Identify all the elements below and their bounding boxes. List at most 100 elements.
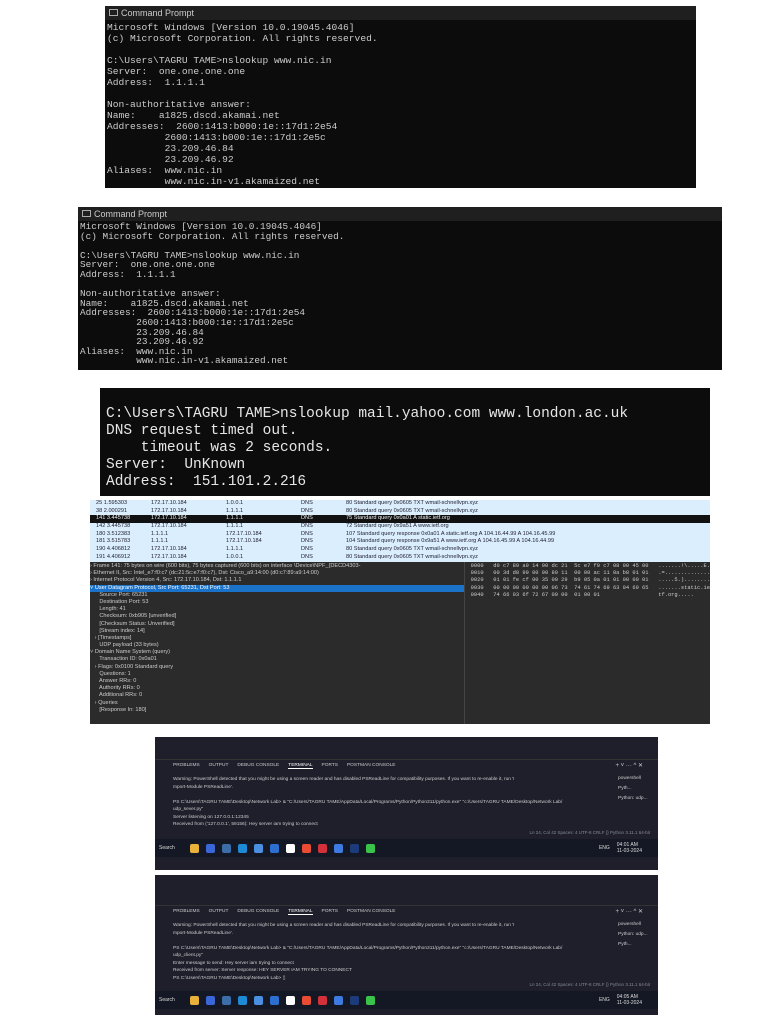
taskbar-app-icon[interactable] [270,995,279,1005]
taskbar: Search ENG 04:01 AM 11-03-2024 [155,839,658,857]
panel-controls-icon[interactable]: + ˅ ··· ^ ✕ [615,760,643,772]
hex-line: 0030 00 00 00 00 00 00 06 73 74 61 74 69… [470,584,710,591]
detail-line[interactable]: Length: 41 [90,606,464,613]
packet-cell: 172.17.10.184 [226,530,262,537]
detail-line[interactable]: Destination Port: 53 [90,599,464,606]
tab-debug-console[interactable]: DEBUG CONSOLE [237,909,279,914]
taskbar-app-icon[interactable] [350,843,359,853]
detail-line[interactable]: Answer RRs: 0 [90,678,464,685]
taskbar-app-icon[interactable] [206,843,215,853]
taskbar-search[interactable]: Search [159,845,183,851]
tab-problems[interactable]: PROBLEMS [173,763,200,768]
detail-line[interactable]: [Response In: 180] [90,707,464,714]
terminal-instance[interactable]: Python: udp... [618,932,658,942]
taskbar-app-icon[interactable] [254,995,263,1005]
clock[interactable]: 04:01 AM 11-03-2024 [617,842,642,854]
detail-line[interactable]: ˅ Domain Name System (query) [90,649,464,656]
packet-bytes[interactable]: 0000 d0 c7 89 a9 14 00 dc 21 5c e7 f0 c7… [465,562,710,724]
detail-line[interactable]: › [Timestamps] [90,635,464,642]
terminal-instance[interactable]: Pyth... [618,942,658,952]
packet-row[interactable]: 38 2.000291 172.17.10.184 1.1.1.1 DNS 80 Sta… [90,507,710,516]
taskbar-app-icon[interactable] [254,843,263,853]
packet-row[interactable]: 181 3.515783 1.1.1.1 172.17.10.184 DNS 104 S… [90,538,710,547]
taskbar: Search ENG 04:05 AM 11-03-2024 [155,991,658,1009]
console-line: Aliases: www.nic.in [107,165,223,176]
terminal-output[interactable]: Warning: PowerShell detected that you mi… [155,918,618,982]
tab-terminal[interactable]: TERMINAL [288,763,313,769]
terminal-line: Warning: PowerShell detected that you mi… [173,923,515,928]
tab-ports[interactable]: PORTS [322,763,338,768]
packet-details[interactable]: › Frame 141: 75 bytes on wire (600 bits)… [90,562,465,724]
taskbar-app-icon[interactable] [334,995,343,1005]
taskbar-app-icon[interactable] [318,995,327,1005]
terminal-line: udp_client.py" [173,953,203,958]
taskbar-app-icon[interactable] [318,843,327,853]
taskbar-search[interactable]: Search [159,997,183,1003]
taskbar-app-icon[interactable] [222,843,231,853]
packet-row[interactable]: 191 4.406912 172.17.10.184 1.0.0.1 DNS 80 St… [90,553,710,562]
taskbar-app-icon[interactable] [302,995,311,1005]
console-line: Server: UnKnown [106,457,246,473]
tab-ports[interactable]: PORTS [322,909,338,914]
tab-output[interactable]: OUTPUT [209,909,229,914]
packet-row[interactable]: 141 3.445738 172.17.10.184 1.1.1.1 DNS 75 St… [90,515,710,524]
taskbar-app-icon[interactable] [190,843,199,853]
vscode-window-client: PROBLEMS OUTPUT DEBUG CONSOLE TERMINAL PORTS… [155,875,658,1015]
detail-line[interactable]: Additional RRs: 0 [90,692,464,699]
terminal-instance[interactable]: Pyth... [618,786,658,796]
packet-row[interactable]: 25 1.595303 172.17.10.184 1.0.0.1 DNS 80 Sta… [90,500,710,508]
console-line: 23.209.46.84 [107,143,234,154]
panel-controls-icon[interactable]: + ˅ ··· ^ ✕ [615,906,643,918]
tab-postman-console[interactable]: POSTMAN CONSOLE [347,909,396,914]
tab-problems[interactable]: PROBLEMS [173,909,200,914]
detail-line[interactable]: [Stream index: 14] [90,628,464,635]
detail-line[interactable]: UDP payload (33 bytes) [90,642,464,649]
detail-line[interactable]: › Queries [90,700,464,707]
packet-row[interactable]: 180 3.512383 1.1.1.1 172.17.10.184 DNS 107 S… [90,530,710,539]
detail-line[interactable]: Source Port: 65231 [90,592,464,599]
clock[interactable]: 04:05 AM 11-03-2024 [617,994,642,1006]
detail-line[interactable]: › Ethernet II, Src: Intel_e7:f0:c7 (dc:2… [90,570,464,577]
detail-line[interactable]: Questions: 1 [90,671,464,678]
console-line: Name: a1825.dscd.akamai.net [107,110,280,121]
detail-line[interactable]: › Frame 141: 75 bytes on wire (600 bits)… [90,563,464,570]
taskbar-app-icon[interactable] [334,843,343,853]
terminal-output[interactable]: Warning: PowerShell detected that you mi… [155,772,618,830]
language-indicator[interactable]: ENG [599,997,610,1003]
packet-row[interactable]: 142 3.445738 172.17.10.184 1.1.1.1 DNS 72 St… [90,523,710,531]
detail-line[interactable]: › Internet Protocol Version 4, Src: 172.… [90,577,464,584]
taskbar-app-icon[interactable] [238,843,247,853]
taskbar-app-icon[interactable] [206,995,215,1005]
tab-debug-console[interactable]: DEBUG CONSOLE [237,763,279,768]
taskbar-app-icon[interactable] [366,995,375,1005]
taskbar-app-icon[interactable] [238,995,247,1005]
terminal-instance[interactable]: Python: udp... [618,796,658,806]
taskbar-app-icon[interactable] [350,995,359,1005]
detail-line[interactable]: [Checksum Status: Unverified] [90,621,464,628]
terminal-instance[interactable]: powershell [618,776,658,786]
taskbar-app-icon[interactable] [190,995,199,1005]
packet-row[interactable]: 190 4.406812 172.17.10.184 1.1.1.1 DNS 80 St… [90,546,710,554]
taskbar-app-icon[interactable] [302,843,311,853]
detail-line[interactable]: Transaction ID: 0x0a01 [90,656,464,663]
command-prompt-window-3: C:\Users\TAGRU TAME>nslookup mail.yahoo.… [100,388,710,496]
taskbar-app-icon[interactable] [286,995,295,1005]
packet-cell: 1.0.0.1 [226,553,244,560]
detail-line[interactable]: ˅ User Datagram Protocol, Src Port: 6523… [90,584,464,592]
tab-output[interactable]: OUTPUT [209,763,229,768]
tab-terminal[interactable]: TERMINAL [288,909,313,915]
console-line: 23.209.46.92 [107,154,234,165]
detail-line[interactable]: Checksum: 0xb905 [unverified] [90,613,464,620]
detail-line[interactable]: Authority RRs: 0 [90,685,464,692]
tab-postman-console[interactable]: POSTMAN CONSOLE [347,763,396,768]
taskbar-app-icon[interactable] [286,843,295,853]
taskbar-app-icon[interactable] [222,995,231,1005]
taskbar-app-icon[interactable] [270,843,279,853]
language-indicator[interactable]: ENG [599,845,610,851]
terminal-instance[interactable]: powershell [618,922,658,932]
taskbar-app-icon[interactable] [366,843,375,853]
packet-list[interactable]: 25 1.595303 172.17.10.184 1.0.0.1 DNS 80 Sta… [90,500,710,562]
detail-line[interactable]: › Flags: 0x0100 Standard query [90,664,464,671]
